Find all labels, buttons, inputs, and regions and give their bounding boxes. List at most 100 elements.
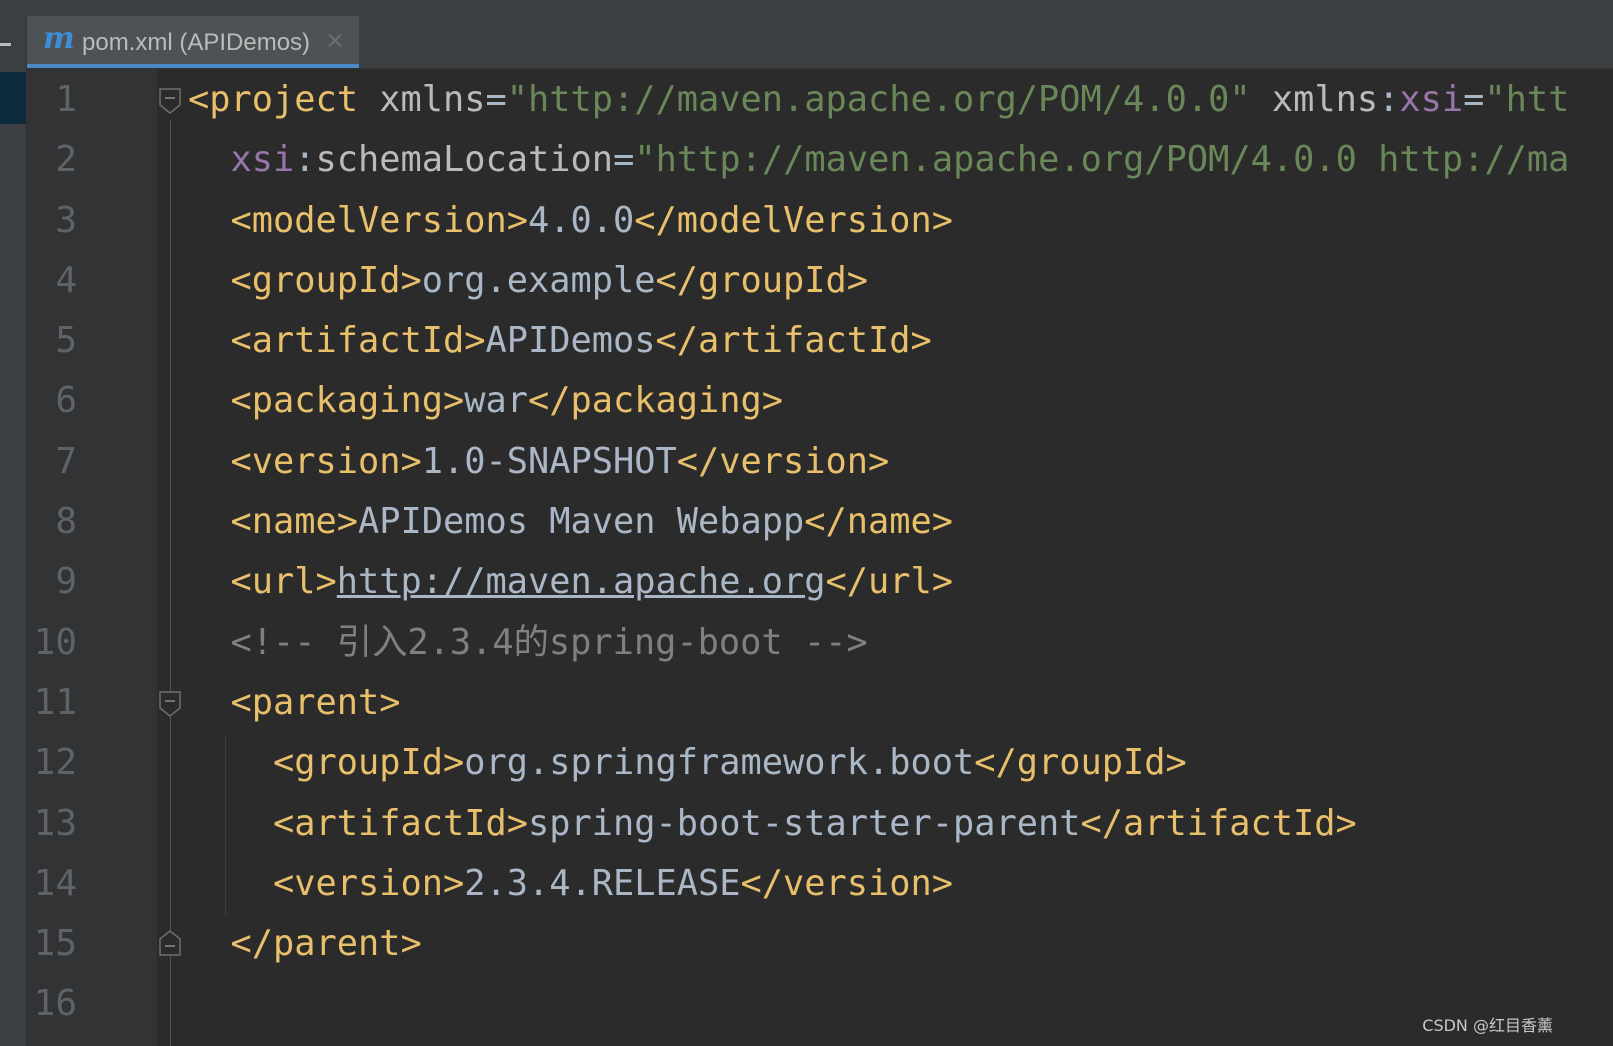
token-tag: <version> [273,862,465,904]
code-line[interactable]: 9 <url>http://maven.apache.org</url> [0,552,1613,612]
line-number: 15 [33,923,77,965]
token-tag: <artifactId> [273,802,529,844]
code-line[interactable]: 4 <groupId>org.example</groupId> [0,251,1613,311]
token-txt: : [1378,79,1400,120]
code-line[interactable]: 3 <modelVersion>4.0.0</modelVersion> [0,191,1613,251]
token-tag: <packaging> [230,380,465,422]
token-val: "http://maven.apache.org/POM/4.0.0" [506,79,1251,120]
code-line[interactable]: 6 <packaging>war</packaging> [0,371,1613,431]
token-tag: <name> [230,501,359,543]
token-txt: 1.0-SNAPSHOT [421,440,677,482]
line-number: 5 [55,320,77,362]
token-txt: 2.3.4.RELEASE [464,862,741,904]
token-attr: schemaLocation [315,139,614,181]
token-tag: <parent> [230,681,401,723]
token-tag: </groupId> [974,742,1187,784]
line-number: 1 [55,79,77,120]
line-source: <groupId>org.springframework.boot</group… [188,733,1187,793]
line-number: 3 [55,199,77,241]
line-source: <parent> [188,673,401,733]
token-tag: </artifactId> [655,320,932,362]
code-line[interactable]: 7 <version>1.0-SNAPSHOT</version> [0,432,1613,492]
token-tag: <project [188,79,380,120]
tab-pom-xml[interactable]: m pom.xml (APIDemos) × [27,16,359,68]
watermark: CSDN @红目香薰 [1422,1016,1553,1035]
line-source: <artifactId>spring-boot-starter-parent</… [188,794,1357,854]
token-txt: org.springframework.boot [464,742,975,784]
line-source: <!-- 引入2.3.4的spring-boot --> [188,613,868,673]
token-txt: = [613,139,635,181]
token-tag: <artifactId> [230,320,486,362]
token-tag: </version> [740,862,954,904]
line-source: <groupId>org.example</groupId> [188,251,869,311]
line-source: <version>1.0-SNAPSHOT</version> [188,432,890,492]
token-attr: xmlns [1271,79,1379,120]
tab-label: pom.xml (APIDemos) [82,29,311,56]
token-tag: <url> [230,561,337,603]
code-line[interactable]: 2 xsi:schemaLocation="http://maven.apach… [0,130,1613,190]
code-line[interactable]: 16 [0,974,1613,1034]
token-tag: <modelVersion> [230,199,529,241]
token-txt: = [485,79,507,120]
code-line[interactable]: 15 </parent> [0,914,1613,974]
code-line[interactable]: 8 <name>APIDemos Maven Webapp</name> [0,492,1613,552]
code-line[interactable]: 14 <version>2.3.4.RELEASE</version> [0,854,1613,914]
line-number: 12 [33,742,77,784]
line-number: 14 [33,862,77,904]
token-tag: </name> [804,501,954,543]
token-txt: org.example [421,259,656,301]
code-line[interactable]: 1 <project xmlns="http://maven.apache.org… [0,70,1613,130]
token-tag: </parent> [230,923,422,965]
code-line[interactable]: 11 <parent> [0,673,1613,733]
token-txt: APIDemos [485,320,656,362]
token-val: "http://maven.apache.org/POM/4.0.0 http:… [634,139,1570,181]
token-cmt: <!-- 引入2.3.4的spring-boot --> [230,621,868,663]
line-source: xsi:schemaLocation="http://maven.apache.… [188,130,1570,190]
code-line[interactable]: 5 <artifactId>APIDemos</artifactId> [0,311,1613,371]
token-txt: war [464,380,529,422]
token-attr: xmlns [379,79,486,120]
line-number: 4 [55,259,77,301]
title-bar [0,0,1613,17]
code-line[interactable]: 12 <groupId>org.springframework.boot</gr… [0,733,1613,793]
token-tag: </artifactId> [1080,802,1357,844]
line-source: <name>APIDemos Maven Webapp</name> [188,492,954,552]
token-tag: </url> [825,561,954,603]
close-icon[interactable]: × [325,25,345,55]
token-txt: = [1463,79,1485,120]
line-source: <project xmlns="http://maven.apache.org/… [188,70,1569,130]
code-line[interactable]: 10 <!-- 引入2.3.4的spring-boot --> [0,613,1613,673]
line-number: 16 [33,983,77,1025]
token-url[interactable]: http://maven.apache.org [337,561,826,602]
token-ns: xsi [230,139,295,181]
line-source: </parent> [188,914,422,974]
token-tag: <groupId> [230,259,422,301]
code-editor[interactable]: 1 <project xmlns="http://maven.apache.org… [0,70,1613,1035]
line-number: 8 [55,501,77,543]
line-number: 9 [55,561,77,603]
line-source: <modelVersion>4.0.0</modelVersion> [188,191,954,251]
code-line[interactable]: 13 <artifactId>spring-boot-starter-paren… [0,794,1613,854]
token-tag: </groupId> [655,259,869,301]
line-source: <url>http://maven.apache.org</url> [188,552,954,612]
token-tag: <groupId> [273,742,465,784]
line-number: 6 [55,380,77,422]
token-tag: <version> [230,440,422,482]
minimize-icon[interactable] [0,43,11,46]
token-tag: </modelVersion> [634,199,954,241]
token-txt: : [294,139,316,181]
